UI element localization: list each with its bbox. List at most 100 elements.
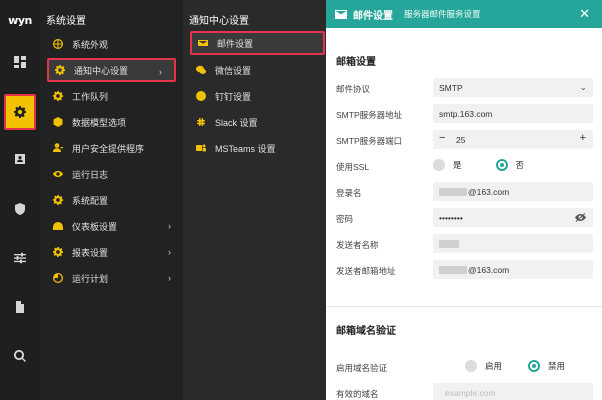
section-divider (326, 306, 602, 307)
gear-icon (53, 247, 63, 257)
ssl-no-option[interactable]: 否 (495, 159, 524, 171)
sender-name-label: 发送者名称 (336, 240, 379, 250)
smtp-server-value: smtp.163.com (439, 108, 493, 119)
close-icon[interactable]: ✕ (579, 7, 590, 20)
login-label: 登录名 (336, 188, 362, 198)
radio-button-selected[interactable] (528, 360, 541, 372)
login-value: @163.com (468, 186, 510, 197)
cube-icon (53, 117, 63, 127)
login-input[interactable]: @163.com (433, 182, 593, 201)
rail-options-button[interactable] (0, 242, 40, 274)
password-value: •••••••• (439, 212, 463, 223)
panel-subtitle: 服务器邮件服务设置 (404, 9, 481, 19)
valid-domain-input[interactable]: example.com (433, 383, 593, 400)
menu-item-dashboard-settings[interactable]: 仪表板设置 › (40, 214, 183, 238)
decrement-button[interactable]: − (439, 132, 445, 144)
clock-icon (53, 273, 63, 283)
section-title-mailbox: 邮箱设置 (336, 57, 376, 68)
smtp-port-value: 25 (456, 135, 466, 145)
menu-item-label: MSTeams 设置 (215, 143, 276, 154)
globe-icon (53, 39, 63, 49)
menu-item-label: 工作队列 (72, 91, 109, 102)
rail-document-button[interactable] (0, 291, 40, 323)
id-card-icon (15, 154, 25, 164)
ssl-radio-group: 是 否 (433, 159, 558, 171)
gear-icon (14, 106, 26, 118)
domain-check-label: 启用域名验证 (336, 363, 388, 373)
valid-domain-placeholder: example.com (445, 387, 496, 398)
menu-item-label: 报表设置 (72, 247, 109, 258)
redacted-text (439, 187, 467, 196)
smtp-port-stepper[interactable]: − 25 + (433, 130, 593, 149)
menu-item-label: 运行计划 (72, 273, 109, 284)
menu-item-msteams-settings[interactable]: MSTeams 设置 (183, 136, 326, 160)
wyn-logo[interactable]: wyn (0, 0, 40, 40)
wechat-icon (196, 65, 206, 75)
ssl-label: 使用SSL (336, 162, 370, 172)
domain-check-enable-label: 启用 (485, 361, 503, 371)
gear-icon (55, 65, 65, 75)
rail-user-card-button[interactable] (0, 143, 40, 175)
domain-check-disable-option[interactable]: 禁用 (528, 360, 565, 372)
notification-center-menu: 通知中心设置 邮件设置 微信设置 钉钉设置 Slack 设置 MSTeams 设… (183, 0, 326, 400)
menu-item-appearance[interactable]: 系统外观 (40, 32, 183, 56)
password-label: 密码 (336, 214, 354, 224)
system-settings-title: 系统设置 (46, 16, 86, 27)
domain-check-radio-group: 启用 禁用 (465, 360, 599, 372)
menu-item-label: 用户安全提供程序 (72, 143, 145, 154)
shield-icon (15, 203, 25, 215)
eye-slash-icon[interactable] (575, 213, 586, 222)
rail-security-button[interactable] (0, 193, 40, 225)
ssl-yes-label: 是 (453, 160, 462, 170)
password-input[interactable]: •••••••• (433, 208, 593, 227)
sender-email-label: 发送者邮箱地址 (336, 266, 396, 276)
section-title-domain-verification: 邮箱域名验证 (336, 326, 396, 337)
ssl-yes-option[interactable]: 是 (433, 159, 462, 171)
menu-item-run-schedule[interactable]: 运行计划 › (40, 266, 183, 290)
sender-email-value: @163.com (468, 264, 510, 275)
sender-name-input[interactable] (433, 234, 593, 253)
menu-item-email-settings[interactable]: 邮件设置 (190, 31, 325, 55)
menu-item-label: 钉钉设置 (215, 91, 252, 102)
gear-icon (53, 195, 63, 205)
dingtalk-icon (196, 91, 206, 101)
protocol-value: SMTP (439, 82, 463, 93)
panel-title: 邮件设置 (353, 10, 393, 22)
menu-item-system-config[interactable]: 系统配置 (40, 188, 183, 212)
sender-email-input[interactable]: @163.com (433, 260, 593, 279)
menu-item-wechat-settings[interactable]: 微信设置 (183, 58, 326, 82)
teams-icon (196, 143, 206, 153)
menu-item-label: 系统配置 (72, 195, 109, 206)
icon-rail: wyn (0, 0, 40, 400)
menu-item-notification-center[interactable]: 通知中心设置 › (47, 58, 176, 82)
smtp-server-input[interactable]: smtp.163.com (433, 104, 593, 123)
rail-search-button[interactable] (0, 340, 40, 372)
radio-button[interactable] (433, 159, 445, 171)
rail-settings-button[interactable] (4, 94, 36, 130)
menu-item-security-provider[interactable]: 用户安全提供程序 (40, 136, 183, 160)
menu-item-label: 邮件设置 (217, 38, 254, 49)
radio-button[interactable] (465, 360, 477, 372)
domain-check-disable-label: 禁用 (548, 361, 566, 371)
chevron-right-icon: › (168, 247, 171, 257)
chevron-right-icon: › (168, 273, 171, 283)
menu-item-work-queue[interactable]: 工作队列 (40, 84, 183, 108)
menu-item-label: Slack 设置 (215, 117, 258, 128)
radio-button-selected[interactable] (495, 159, 508, 171)
menu-item-report-settings[interactable]: 报表设置 › (40, 240, 183, 264)
chevron-right-icon: › (159, 67, 162, 77)
menu-item-label: 数据模型选项 (72, 117, 127, 128)
notification-center-title: 通知中心设置 (189, 16, 249, 27)
protocol-select[interactable]: SMTP ⌄ (433, 78, 593, 97)
slack-icon (196, 117, 206, 127)
gear-icon (53, 91, 63, 101)
domain-check-enable-option[interactable]: 启用 (465, 360, 502, 372)
menu-item-dingtalk-settings[interactable]: 钉钉设置 (183, 84, 326, 108)
menu-item-data-model-options[interactable]: 数据模型选项 (40, 110, 183, 134)
menu-item-run-log[interactable]: 运行日志 (40, 162, 183, 186)
menu-item-slack-settings[interactable]: Slack 设置 (183, 110, 326, 134)
mail-icon (198, 38, 208, 48)
search-icon (14, 350, 26, 362)
increment-button[interactable]: + (580, 132, 586, 144)
rail-dashboard-button[interactable] (0, 46, 40, 78)
